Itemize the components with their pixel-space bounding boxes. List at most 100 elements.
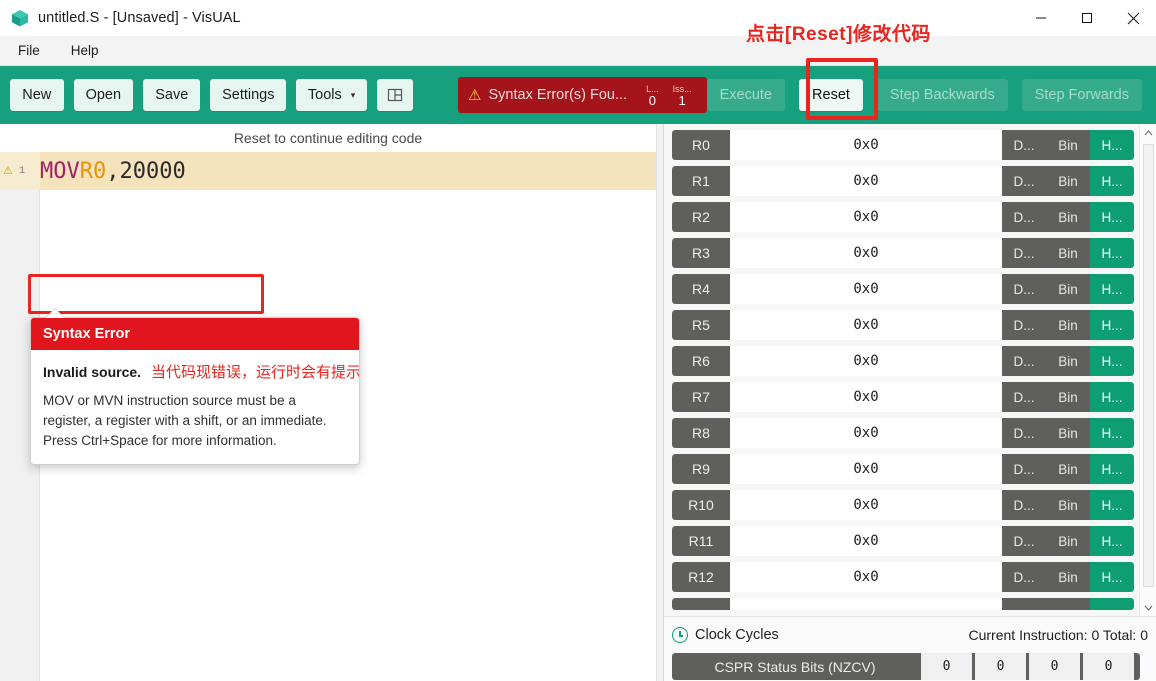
minimize-icon[interactable] (1018, 0, 1064, 36)
register-value[interactable]: 0x0 (730, 562, 1002, 592)
layout-panel-icon[interactable] (377, 79, 414, 111)
register-dec-button[interactable] (1002, 598, 1046, 610)
register-bin-button[interactable]: Bin (1046, 166, 1090, 196)
execute-button[interactable]: Execute (706, 79, 786, 111)
register-hex-button[interactable]: H... (1090, 238, 1134, 268)
register-hex-button[interactable]: H... (1090, 274, 1134, 304)
maximize-icon[interactable] (1064, 0, 1110, 36)
scrollbar-thumb[interactable] (1143, 144, 1154, 587)
scroll-down-icon[interactable] (1140, 599, 1156, 616)
register-dec-button[interactable]: D... (1002, 490, 1046, 520)
register-value[interactable]: 0x0 (730, 526, 1002, 556)
register-dec-button[interactable]: D... (1002, 526, 1046, 556)
register-value[interactable]: 0x0 (730, 490, 1002, 520)
register-dec-button[interactable]: D... (1002, 130, 1046, 160)
table-row[interactable]: R9 0x0 D... Bin H... (672, 454, 1134, 484)
open-button[interactable]: Open (73, 79, 134, 111)
table-row[interactable]: R12 0x0 D... Bin H... (672, 562, 1134, 592)
menu-item-help[interactable]: Help (58, 39, 112, 62)
register-hex-button[interactable]: H... (1090, 382, 1134, 412)
register-dec-button[interactable]: D... (1002, 310, 1046, 340)
table-row-partial[interactable] (672, 598, 1134, 610)
new-button[interactable]: New (10, 79, 64, 111)
register-value[interactable]: 0x0 (730, 310, 1002, 340)
register-value[interactable] (730, 598, 1002, 610)
register-bin-button[interactable]: Bin (1046, 418, 1090, 448)
table-row[interactable]: R3 0x0 D... Bin H... (672, 238, 1134, 268)
register-value[interactable]: 0x0 (730, 454, 1002, 484)
register-bin-button[interactable]: Bin (1046, 454, 1090, 484)
table-row[interactable]: R7 0x0 D... Bin H... (672, 382, 1134, 412)
register-hex-button[interactable]: H... (1090, 418, 1134, 448)
step-backwards-button[interactable]: Step Backwards (876, 79, 1008, 111)
register-dec-button[interactable]: D... (1002, 238, 1046, 268)
register-dec-button[interactable]: D... (1002, 418, 1046, 448)
table-row[interactable]: R4 0x0 D... Bin H... (672, 274, 1134, 304)
register-hex-button[interactable]: H... (1090, 490, 1134, 520)
register-name: R4 (672, 274, 730, 304)
register-hex-button[interactable] (1090, 598, 1134, 610)
register-dec-button[interactable]: D... (1002, 346, 1046, 376)
register-value[interactable]: 0x0 (730, 346, 1002, 376)
register-dec-button[interactable]: D... (1002, 562, 1046, 592)
status-badge[interactable]: ⚠ Syntax Error(s) Fou... L... 0 Iss... 1 (458, 77, 707, 113)
register-dec-button[interactable]: D... (1002, 454, 1046, 484)
register-bin-button[interactable]: Bin (1046, 238, 1090, 268)
register-dec-button[interactable]: D... (1002, 382, 1046, 412)
reset-button[interactable]: Reset (799, 79, 863, 111)
syntax-error-tooltip: Syntax Error Invalid source. 当代码现错误，运行时会… (30, 317, 360, 465)
register-bin-button[interactable]: Bin (1046, 202, 1090, 232)
code-editor-pane[interactable]: Reset to continue editing code ⚠ 1 MOV R… (0, 124, 656, 681)
editor-notice: Reset to continue editing code (0, 124, 656, 152)
register-hex-button[interactable]: H... (1090, 562, 1134, 592)
register-bin-button[interactable]: Bin (1046, 526, 1090, 556)
register-value[interactable]: 0x0 (730, 274, 1002, 304)
register-value[interactable]: 0x0 (730, 382, 1002, 412)
table-row[interactable]: R8 0x0 D... Bin H... (672, 418, 1134, 448)
tools-button-label: Tools (307, 87, 342, 103)
code-line-text[interactable]: MOV R0 , 20000 (40, 152, 186, 190)
settings-button[interactable]: Settings (210, 79, 287, 111)
table-row[interactable]: R5 0x0 D... Bin H... (672, 310, 1134, 340)
register-bin-button[interactable]: Bin (1046, 382, 1090, 412)
close-icon[interactable] (1110, 0, 1156, 36)
register-name: R9 (672, 454, 730, 484)
register-hex-button[interactable]: H... (1090, 202, 1134, 232)
table-row[interactable]: R11 0x0 D... Bin H... (672, 526, 1134, 556)
register-hex-button[interactable]: H... (1090, 310, 1134, 340)
register-bin-button[interactable] (1046, 598, 1090, 610)
step-forwards-button[interactable]: Step Forwards (1021, 79, 1142, 111)
register-format-buttons: D... Bin H... (1002, 274, 1134, 304)
register-dec-button[interactable]: D... (1002, 166, 1046, 196)
register-hex-button[interactable]: H... (1090, 166, 1134, 196)
menu-item-file[interactable]: File (5, 39, 53, 62)
register-hex-button[interactable]: H... (1090, 454, 1134, 484)
register-value[interactable]: 0x0 (730, 130, 1002, 160)
register-value[interactable]: 0x0 (730, 238, 1002, 268)
register-scrollbar[interactable] (1139, 124, 1156, 616)
scroll-up-icon[interactable] (1140, 124, 1156, 141)
table-row[interactable]: R0 0x0 D... Bin H... (672, 130, 1134, 160)
register-hex-button[interactable]: H... (1090, 130, 1134, 160)
register-bin-button[interactable]: Bin (1046, 346, 1090, 376)
register-value[interactable]: 0x0 (730, 166, 1002, 196)
tools-button[interactable]: Tools ▾ (296, 79, 368, 111)
table-row[interactable]: R1 0x0 D... Bin H... (672, 166, 1134, 196)
register-bin-button[interactable]: Bin (1046, 310, 1090, 340)
register-bin-button[interactable]: Bin (1046, 130, 1090, 160)
table-row[interactable]: R6 0x0 D... Bin H... (672, 346, 1134, 376)
register-dec-button[interactable]: D... (1002, 202, 1046, 232)
register-value[interactable]: 0x0 (730, 202, 1002, 232)
register-value[interactable]: 0x0 (730, 418, 1002, 448)
pane-splitter[interactable] (656, 124, 664, 681)
table-row[interactable]: R2 0x0 D... Bin H... (672, 202, 1134, 232)
register-hex-button[interactable]: H... (1090, 346, 1134, 376)
table-row[interactable]: R10 0x0 D... Bin H... (672, 490, 1134, 520)
register-bin-button[interactable]: Bin (1046, 562, 1090, 592)
code-line-error[interactable]: ⚠ 1 MOV R0 , 20000 (0, 152, 656, 190)
register-hex-button[interactable]: H... (1090, 526, 1134, 556)
save-button[interactable]: Save (143, 79, 201, 111)
register-bin-button[interactable]: Bin (1046, 274, 1090, 304)
register-dec-button[interactable]: D... (1002, 274, 1046, 304)
register-bin-button[interactable]: Bin (1046, 490, 1090, 520)
